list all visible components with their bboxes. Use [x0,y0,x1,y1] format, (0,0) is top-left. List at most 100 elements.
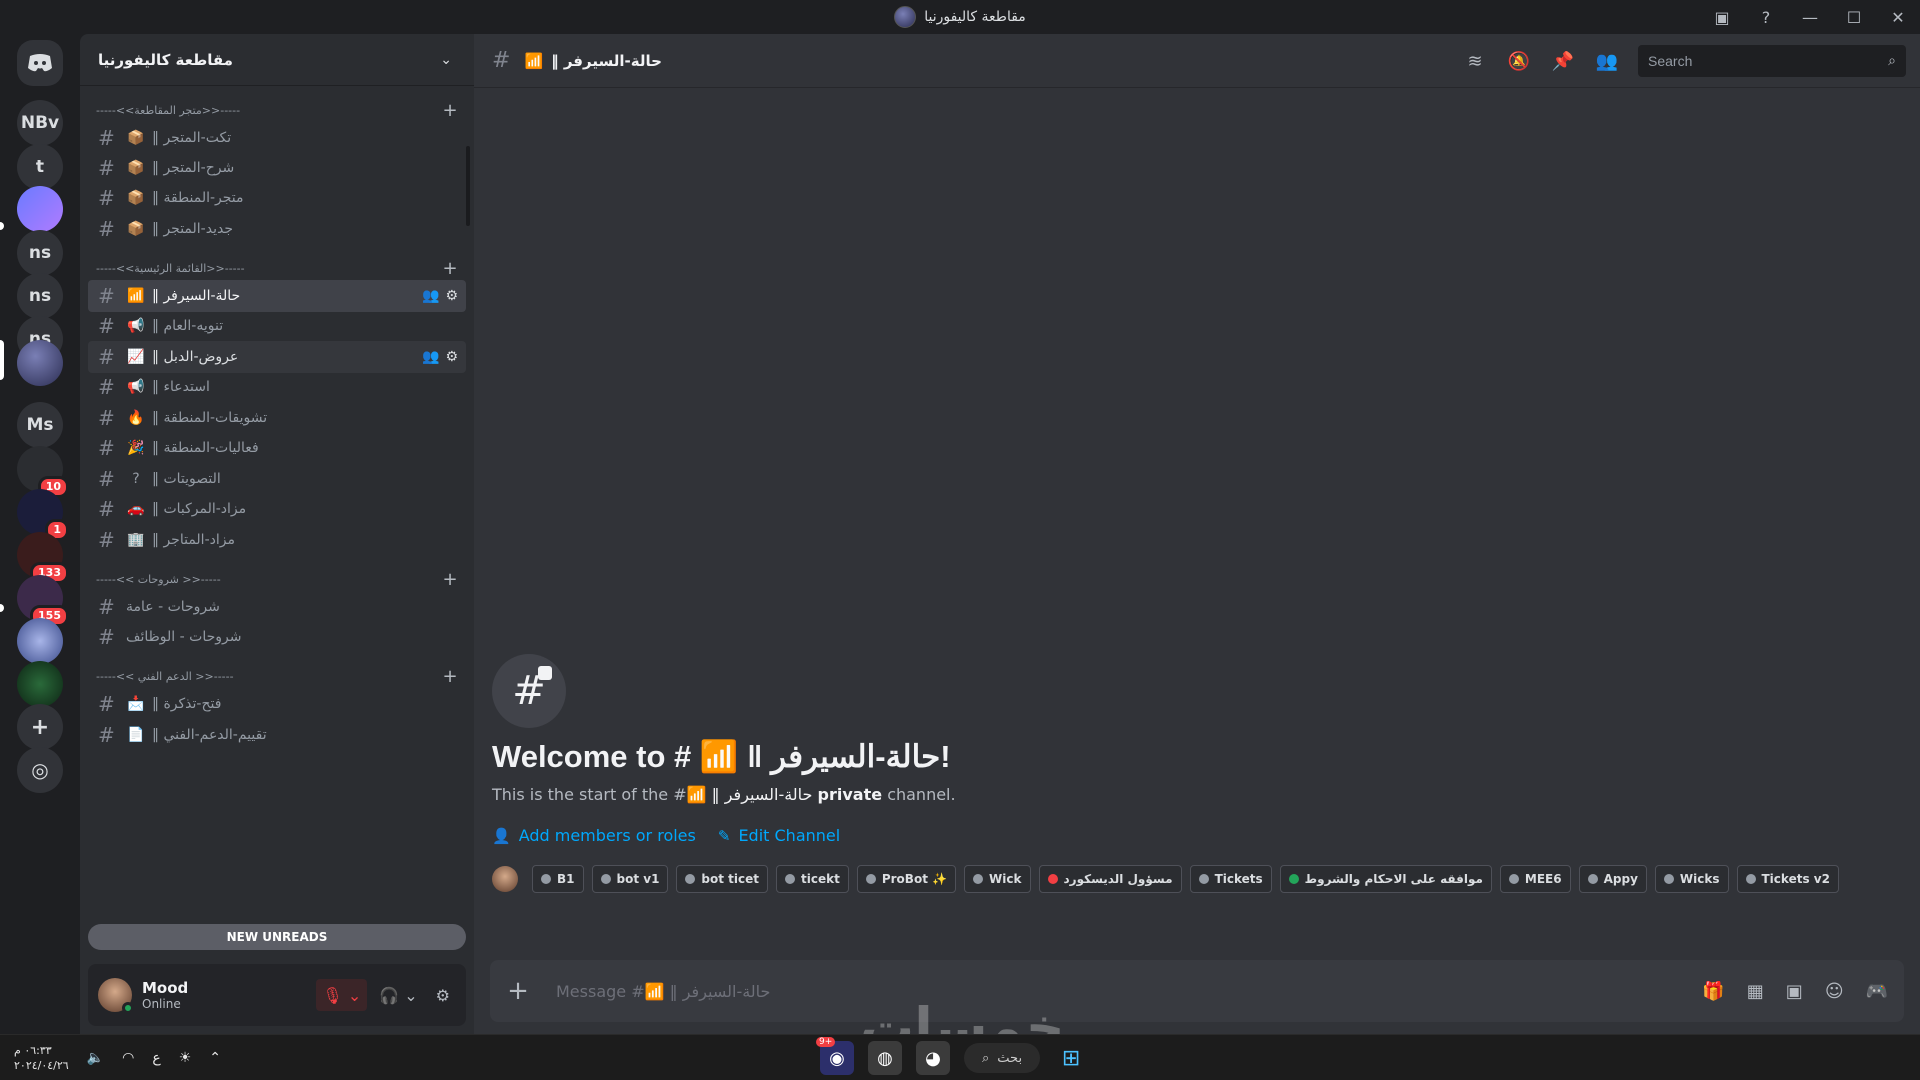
user-settings-gear-icon[interactable]: ⚙ [430,979,456,1011]
member-chip[interactable]: ProBot ✨ [856,865,957,893]
channel-item[interactable]: # 📢 استدعاء ‖ [88,371,466,403]
channel-item[interactable]: # 🚗 مزاد-المركبات ‖ [88,493,466,525]
category-main[interactable]: -----<<القائمة الرئيسية>>----- + [96,256,458,280]
channel-item[interactable]: # 📦 تكت-المتجر ‖ [88,122,466,154]
edit-channel-button[interactable]: ✎ Edit Channel [718,826,840,845]
notification-bell-muted-icon[interactable]: 🔕 [1506,51,1532,72]
help-icon[interactable]: ? [1744,0,1788,34]
server-icon-nbv[interactable]: NBv [17,100,63,146]
invite-icon[interactable]: 👥 [422,288,439,304]
pin-icon[interactable]: 📌 [1550,51,1576,72]
category-store[interactable]: -----<<متجر المقاطعة>>----- + [96,98,458,122]
search-box[interactable]: ⌕ [1638,45,1906,77]
server-icon-anime[interactable] [17,618,63,664]
member-chip[interactable]: B1 [532,865,584,893]
search-input[interactable] [1648,53,1868,69]
add-attachment-icon[interactable]: + [506,976,530,1006]
channel-item[interactable]: # 📄 تقييم-الدعم-الفني ‖ [88,719,466,751]
channel-item[interactable]: # شروحات - الوظائف [88,621,466,653]
chrome-taskbar-icon[interactable]: ◕ [916,1041,950,1075]
server-icon-ns[interactable]: ns [17,230,63,276]
server-icon-tickets[interactable] [17,186,63,232]
volume-icon[interactable]: 🔈 [87,1050,104,1066]
avatar[interactable] [492,866,518,892]
add-channel-icon[interactable]: + [442,569,458,590]
close-button[interactable]: ✕ [1876,0,1920,34]
discord-taskbar-icon[interactable]: ◉ 9+ [816,1037,854,1075]
member-chip[interactable]: bot v1 [591,865,669,893]
gift-icon[interactable]: 🎁 [1702,981,1724,1002]
channel-item[interactable]: # شروحات - عامة [88,591,466,623]
add-server-icon[interactable]: + [17,704,63,750]
channel-item[interactable]: # 📢 تنويه-العام ‖ [88,310,466,342]
channel-item[interactable]: # 🔥 تشويقات-المنطقة ‖ [88,402,466,434]
app-taskbar-icon[interactable]: ◍ [868,1041,902,1075]
member-chip[interactable]: MEE6 [1499,865,1571,893]
channel-item-active[interactable]: # 📶 حالة-السيرفر ‖ 👥 ⚙ [88,280,466,312]
mute-microphone-icon[interactable]: 🎙 ⌄ [316,979,368,1011]
channel-item[interactable]: # 📦 جديد-المتجر ‖ [88,213,466,245]
member-chip[interactable]: Tickets [1189,865,1272,893]
member-chip[interactable]: موافقه على الاحكام والشروط [1279,865,1492,893]
gear-icon[interactable]: ⚙ [445,349,458,365]
member-chip[interactable]: bot ticet [676,865,769,893]
emoji-icon[interactable]: ☺ [1825,981,1844,1002]
threads-icon[interactable]: ≋ [1462,51,1488,72]
server-icon-slashy[interactable]: 1 [17,489,69,541]
clock[interactable]: ٠٦:٣٣ م ٢٠٢٤/٠٤/٢٦ [14,1043,69,1073]
new-unreads-bar[interactable]: NEW UNREADS [88,924,466,950]
edit-channel-label: Edit Channel [738,826,841,845]
brightness-icon[interactable]: ☀ [179,1050,192,1066]
category-support[interactable]: -----<< الدعم الفني >>----- + [96,664,458,688]
add-channel-icon[interactable]: + [442,666,458,687]
server-icon-ms[interactable]: Ms [17,402,63,448]
channel-item[interactable]: # 🏢 مزاد-المتاجر ‖ [88,524,466,556]
category-guides[interactable]: -----<< شروحات >>----- + [96,567,458,591]
server-icon-california[interactable] [17,340,63,386]
member-chip[interactable]: Appy [1578,865,1647,893]
channel-item[interactable]: # 📈 عروض-الدبل ‖ 👥 ⚙ [88,341,466,373]
headphones-icon[interactable]: 🎧 ⌄ [373,979,423,1011]
server-icon-mg[interactable]: 133 [17,532,69,584]
language-indicator[interactable]: ع [152,1050,160,1066]
sidebar-scrollbar[interactable] [466,146,470,226]
server-header[interactable]: مقاطعة كاليفورنيا ⌄ [80,34,474,86]
server-icon-green[interactable] [17,661,63,707]
channel-item[interactable]: # 📦 شرح-المتجر ‖ [88,152,466,184]
avatar[interactable] [98,978,134,1014]
server-icon-purple[interactable]: 155 [17,575,69,627]
gear-icon[interactable]: ⚙ [445,288,458,304]
taskbar-search[interactable]: بحث ⌕ [964,1043,1041,1073]
discord-home-icon[interactable] [17,40,63,86]
server-icon-t[interactable]: t [17,144,63,190]
invite-icon[interactable]: 👥 [422,349,439,365]
wifi-icon[interactable]: ◠ [122,1050,134,1066]
chevron-up-icon[interactable]: ⌃ [209,1050,221,1066]
member-chip[interactable]: Tickets v2 [1736,865,1839,893]
server-icon-ns-2[interactable]: ns [17,273,63,319]
channel-name: فعاليات-المنطقة ‖ [152,440,259,456]
add-channel-icon[interactable]: + [442,258,458,279]
add-channel-icon[interactable]: + [442,100,458,121]
inbox-icon[interactable]: ▣ [1700,0,1744,34]
maximize-button[interactable]: ☐ [1832,0,1876,34]
member-chip[interactable]: مسؤول الديسكورد [1038,865,1182,893]
minimize-button[interactable]: — [1788,0,1832,34]
channel-item[interactable]: # 📩 فتح-تذكرة ‖ [88,688,466,720]
server-icon-avatar[interactable]: 10 [17,446,69,498]
add-members-button[interactable]: 👤 Add members or roles [492,826,696,845]
channel-item[interactable]: #? التصويتات ‖ [88,463,466,495]
gif-icon[interactable]: ▦ [1747,981,1764,1002]
activities-icon[interactable]: 🎮 [1866,981,1888,1002]
username[interactable]: Mood [142,979,188,997]
channel-item[interactable]: # 📦 متجر-المنطقة ‖ [88,182,466,214]
member-list-icon[interactable]: 👥 [1594,51,1620,72]
discover-icon[interactable]: ◎ [17,747,63,793]
windows-start-icon[interactable]: ⊞ [1054,1041,1088,1075]
member-chip[interactable]: Wicks [1654,865,1729,893]
member-chip[interactable]: Wick [964,865,1031,893]
window-title-area: مقاطعة كاليفورنيا [0,0,1920,34]
member-chip[interactable]: ticekt [776,865,849,893]
sticker-icon[interactable]: ▣ [1786,981,1803,1002]
channel-item[interactable]: # 🎉 فعاليات-المنطقة ‖ [88,432,466,464]
